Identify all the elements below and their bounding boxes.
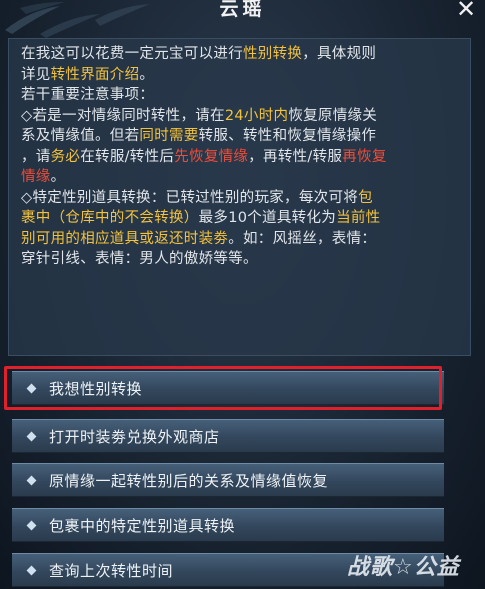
option-label: 查询上次转性时间 (49, 561, 174, 580)
diamond-bullet-icon (26, 383, 37, 393)
intro-text-segment: 。 (50, 169, 66, 185)
intro-text-segment: 裹中（仓库中的不会转换） (21, 210, 199, 226)
intro-text-segment: ，请 (21, 148, 51, 165)
option-label: 我想性别转换 (49, 379, 143, 398)
intro-text-segment: ，具体规则 (302, 46, 377, 62)
intro-text-segment: 24小时内 (224, 107, 289, 124)
option-label: 包裹中的特定性别道具转换 (49, 516, 236, 535)
intro-text-segment: 详见 (21, 66, 51, 83)
intro-text-segment: 包 (358, 189, 373, 206)
option-item-conversion-button[interactable]: 包裹中的特定性别道具转换 (12, 508, 444, 542)
intro-text-segment: 转性界面介绍 (50, 66, 140, 83)
intro-text-segment: 穿针引线、表情：男人的傲娇等等。 (21, 251, 258, 267)
diamond-bullet-icon (26, 565, 37, 575)
option-open-fashion-shop-button[interactable]: 打开时装劵兑换外观商店 (12, 419, 444, 453)
watermark-text: 战歌☆公益 (347, 555, 460, 580)
intro-text-segment: 恢复原情缘关 (288, 107, 378, 124)
intro-text-segment: 再恢复 (342, 148, 387, 165)
intro-text-segment: 。 (139, 66, 155, 83)
intro-line: 在我这可以花费一定元宝可以进行性别转换，具体规则 (21, 44, 458, 65)
intro-text-segment: 当前性 (336, 210, 381, 226)
intro-text-segment: 先恢复情缘 (174, 148, 249, 165)
intro-text-segment: 别可用的相应道具或返还时装劵 (21, 230, 229, 247)
intro-line: 若干重要注意事项： (21, 85, 458, 106)
option-label: 打开时装劵兑换外观商店 (49, 427, 220, 446)
intro-line: 情缘。 (21, 167, 458, 188)
intro-line: 系及情缘值。但若同时需要转服、转性和恢复情缘操作 (21, 126, 458, 147)
intro-text-segment: 性别转换 (243, 46, 303, 62)
diamond-bullet-icon (26, 475, 37, 485)
diamond-bullet-icon (26, 431, 37, 441)
intro-text-segment: 情缘 (21, 169, 51, 185)
intro-line: 穿针引线、表情：男人的傲娇等等。 (21, 249, 458, 270)
close-icon[interactable]: ✕ (453, 0, 479, 22)
intro-text-segment: 转服、转性和恢复情缘操作 (198, 128, 377, 144)
option-restore-relationship-button[interactable]: 原情缘一起转性别后的关系及情缘值恢复 (12, 463, 444, 497)
intro-text-segment: 。如：风摇丝，表情： (228, 230, 377, 247)
option-label: 原情缘一起转性别后的关系及情缘值恢复 (49, 471, 329, 490)
dialog-window: 云瑶 ✕ 在我这可以花费一定元宝可以进行性别转换，具体规则 详见转性界面介绍。 … (0, 0, 485, 589)
intro-text-segment: ◇特定性别道具转换：已转过性别的玩家，每次可将 (21, 189, 359, 206)
intro-text-segment: 若干重要注意事项： (21, 87, 155, 103)
npc-name-title: 云瑶 (219, 0, 266, 20)
intro-line: 裹中（仓库中的不会转换）最多10个道具转化为当前性 (21, 208, 458, 229)
intro-text-segment: ◇若是一对情缘同时转性，请在 (21, 107, 225, 124)
diamond-bullet-icon (26, 520, 37, 530)
intro-text-segment: 最多10个道具转化为 (198, 210, 337, 226)
intro-text-segment: 在转服/转性后 (80, 148, 175, 165)
dialog-text-panel: 在我这可以花费一定元宝可以进行性别转换，具体规则 详见转性界面介绍。 若干重要注… (8, 38, 471, 356)
intro-line: ◇若是一对情缘同时转性，请在24小时内恢复原情缘关 (21, 106, 458, 127)
intro-line: 详见转性界面介绍。 (21, 65, 458, 86)
intro-text-segment: ，再转性/转服 (248, 148, 343, 165)
dialog-header: 云瑶 ✕ (0, 0, 485, 28)
option-gender-change-button[interactable]: 我想性别转换 (12, 371, 444, 405)
intro-line: ，请务必在转服/转性后先恢复情缘，再转性/转服再恢复 (21, 147, 458, 168)
intro-line: 别可用的相应道具或返还时装劵。如：风摇丝，表情： (21, 229, 458, 250)
site-watermark: 战歌☆公益 (347, 543, 477, 587)
intro-text-segment: 同时需要 (139, 128, 199, 144)
intro-line: ◇特定性别道具转换：已转过性别的玩家，每次可将包 (21, 188, 458, 209)
intro-text-segment: 系及情缘值。但若 (21, 128, 140, 144)
intro-text-segment: 务必 (50, 148, 81, 165)
intro-text-segment: 在我这可以花费一定元宝可以进行 (21, 46, 243, 62)
